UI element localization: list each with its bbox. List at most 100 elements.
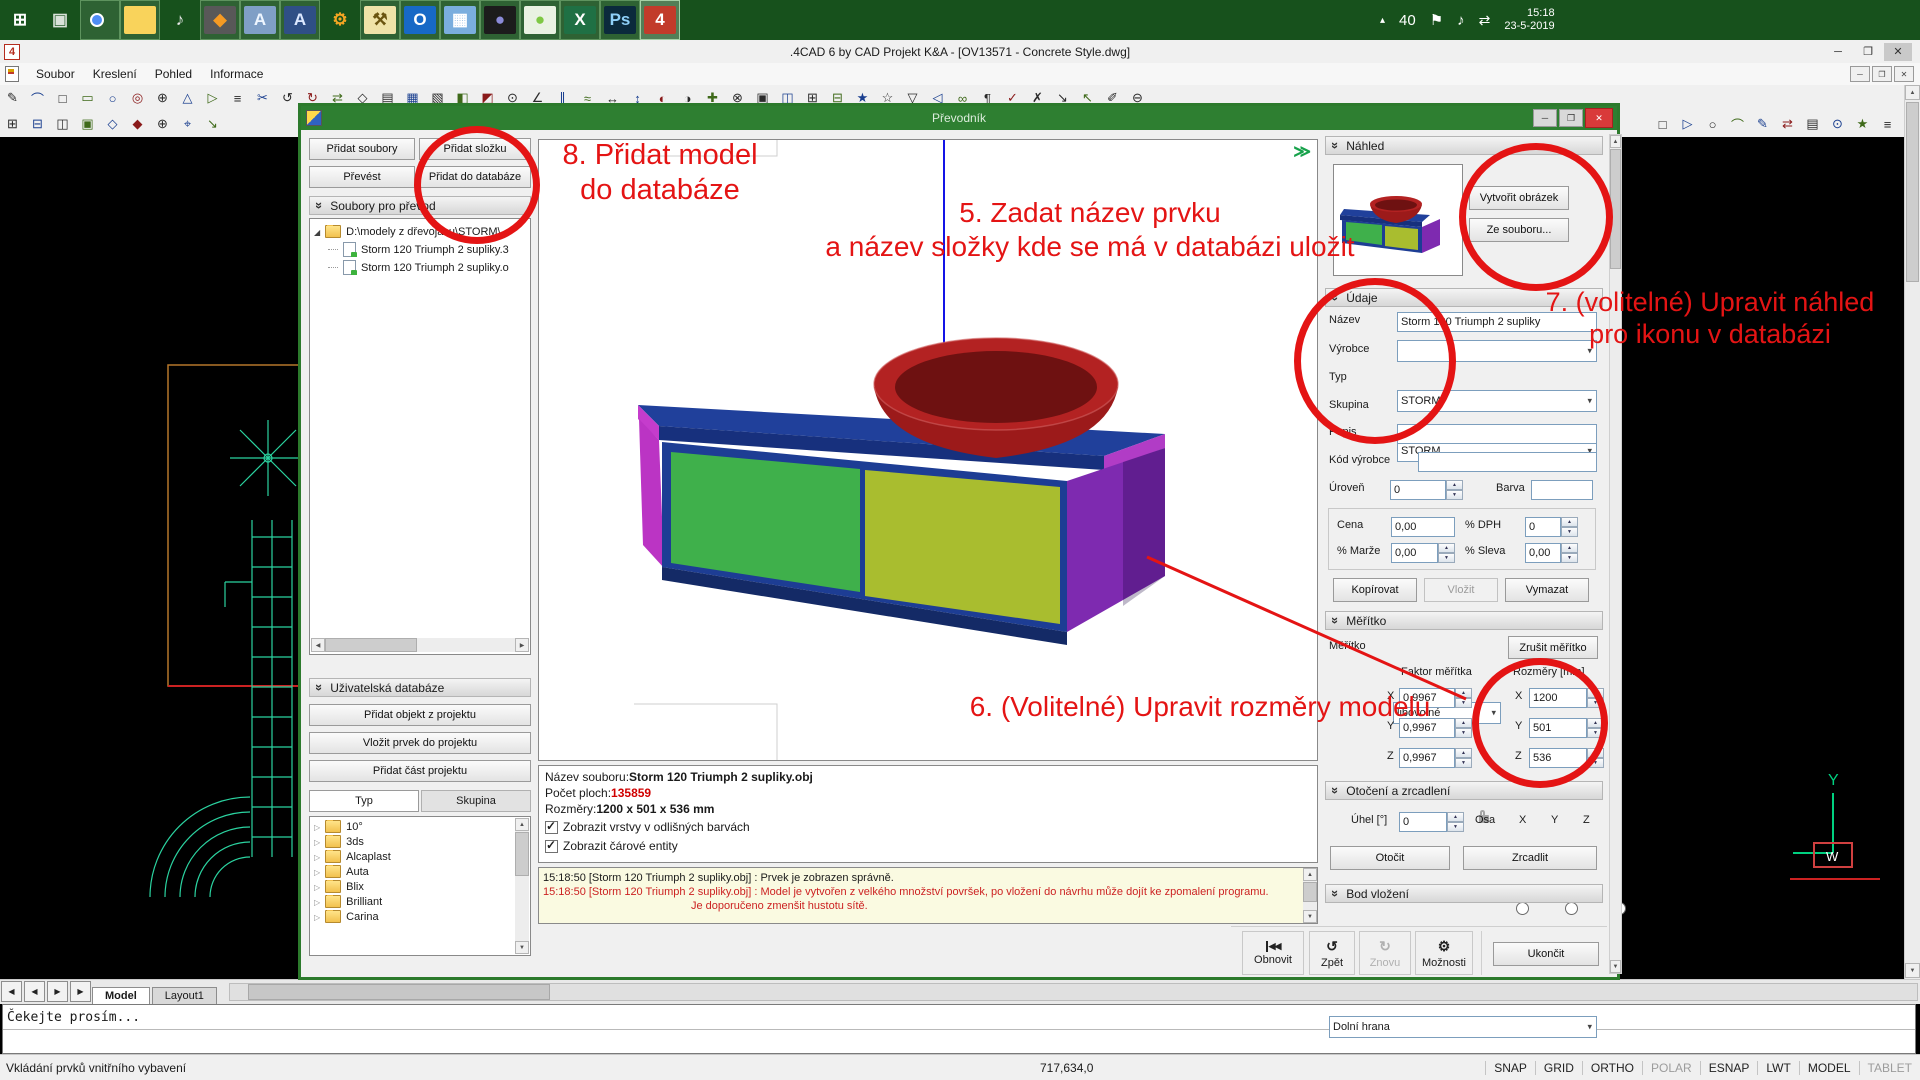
scale-section-header[interactable]: Měřítko bbox=[1325, 611, 1603, 630]
taskbar-app-icon[interactable]: O bbox=[400, 0, 440, 40]
toolbar-icon[interactable]: ○ bbox=[100, 86, 125, 110]
insert-point-section-header[interactable]: Bod vložení bbox=[1325, 884, 1603, 903]
toolbar-icon[interactable]: □ bbox=[1650, 112, 1675, 136]
taskbar-app-icon[interactable]: A bbox=[240, 0, 280, 40]
tab-skupina[interactable]: Skupina bbox=[421, 790, 531, 812]
taskbar-app-icon[interactable]: ⊞ bbox=[0, 0, 40, 40]
network-icon[interactable]: ⇄ bbox=[1479, 12, 1491, 29]
clear-button[interactable]: Vymazat bbox=[1505, 578, 1589, 602]
tree-file[interactable]: Storm 120 Triumph 2 supliky.o bbox=[361, 262, 509, 274]
database-folder-item[interactable]: 3ds bbox=[314, 835, 530, 848]
taskbar-app-icon[interactable]: ◆ bbox=[200, 0, 240, 40]
expand-icon[interactable] bbox=[314, 881, 320, 893]
toolbar-icon[interactable]: ⊟ bbox=[25, 112, 50, 136]
panel-vscrollbar[interactable] bbox=[1609, 134, 1622, 974]
tray-number[interactable]: 40 bbox=[1399, 12, 1416, 29]
taskbar-app-icon[interactable]: ▣ bbox=[40, 0, 80, 40]
undo-button[interactable]: ↺ Zpět bbox=[1309, 931, 1355, 975]
add-files-button[interactable]: Přidat soubory bbox=[309, 138, 415, 160]
minimize-button[interactable]: ─ bbox=[1824, 43, 1852, 61]
files-tree[interactable]: D:\modely z dřevojasu\STORM\ Storm 120 T… bbox=[309, 218, 531, 655]
color-input[interactable] bbox=[1531, 480, 1593, 500]
manufacturer-code-input[interactable] bbox=[1418, 452, 1597, 472]
description-input[interactable] bbox=[1397, 424, 1597, 444]
level-input[interactable]: 0 bbox=[1390, 480, 1446, 500]
taskbar-app-icon[interactable]: X bbox=[560, 0, 600, 40]
checkbox-checked-icon[interactable] bbox=[545, 821, 558, 834]
canvas-hscrollbar[interactable] bbox=[229, 983, 1918, 1001]
redo-button[interactable]: ↻ Znovu bbox=[1359, 931, 1411, 975]
toolbar-icon[interactable]: △ bbox=[175, 86, 200, 110]
tray-chevron-icon[interactable]: ▴ bbox=[1380, 15, 1385, 26]
toolbar-icon[interactable]: ✂ bbox=[250, 86, 275, 110]
tab-typ[interactable]: Typ bbox=[309, 790, 419, 812]
database-folder-item[interactable]: Blix bbox=[314, 880, 530, 893]
dialog-restore-button[interactable]: ❐ bbox=[1559, 109, 1583, 127]
tab-nav-prev[interactable]: ◀ bbox=[24, 981, 45, 1002]
tab-nav-next[interactable]: ▶ bbox=[47, 981, 68, 1002]
add-project-part-button[interactable]: Přidat část projektu bbox=[309, 760, 531, 782]
toolbar-icon[interactable]: ↺ bbox=[275, 86, 300, 110]
scroll-down-arrow[interactable] bbox=[1610, 960, 1621, 973]
toolbar-icon[interactable]: ◎ bbox=[125, 86, 150, 110]
tree-hscrollbar[interactable] bbox=[311, 638, 529, 652]
toolbar-icon[interactable]: ⌖ bbox=[175, 112, 200, 136]
scroll-thumb[interactable] bbox=[1303, 882, 1317, 902]
tree-file[interactable]: Storm 120 Triumph 2 supliky.3 bbox=[361, 244, 509, 256]
dialog-close-button[interactable]: ✕ bbox=[1585, 108, 1613, 128]
command-line-empty[interactable] bbox=[3, 1030, 1915, 1054]
options-button[interactable]: ⚙ Možnosti bbox=[1415, 931, 1473, 975]
flag-icon[interactable]: ⚑ bbox=[1430, 11, 1443, 29]
price-input[interactable]: 0,00 bbox=[1391, 517, 1455, 537]
database-folder-item[interactable]: 10° bbox=[314, 820, 530, 833]
line-entities-checkbox-row[interactable]: Zobrazit čárové entity bbox=[545, 839, 1317, 853]
toolbar-icon[interactable]: ⊙ bbox=[1825, 112, 1850, 136]
checkbox-checked-icon[interactable] bbox=[545, 840, 558, 853]
close-button[interactable]: ✕ bbox=[1884, 43, 1912, 61]
factor-z-spinner[interactable] bbox=[1455, 748, 1472, 768]
level-spinner[interactable] bbox=[1446, 480, 1463, 500]
mdi-close-button[interactable]: ✕ bbox=[1894, 66, 1914, 82]
clock[interactable]: 15:18 23-5-2019 bbox=[1504, 7, 1554, 33]
angle-input[interactable]: 0 bbox=[1399, 812, 1447, 832]
toolbar-icon[interactable]: ⌒ bbox=[1725, 112, 1750, 136]
menu-item[interactable]: Kreslení bbox=[84, 65, 146, 83]
reset-scale-button[interactable]: Zrušit měřítko bbox=[1508, 636, 1598, 659]
discount-spinner[interactable] bbox=[1561, 543, 1578, 563]
status-toggle[interactable]: TABLET bbox=[1859, 1061, 1920, 1075]
toolbar-icon[interactable]: ◆ bbox=[125, 112, 150, 136]
toolbar-icon[interactable]: ▷ bbox=[200, 86, 225, 110]
mirror-button[interactable]: Zrcadlit bbox=[1463, 846, 1597, 870]
toolbar-icon[interactable]: ⊕ bbox=[150, 86, 175, 110]
command-area[interactable]: Čekejte prosím... bbox=[2, 1004, 1916, 1054]
toolbar-icon[interactable]: ≡ bbox=[225, 86, 250, 110]
scroll-left-arrow[interactable] bbox=[311, 638, 325, 652]
collapse-panel-chevron-icon[interactable] bbox=[1293, 142, 1311, 162]
add-object-from-project-button[interactable]: Přidat objekt z projektu bbox=[309, 704, 531, 726]
expand-icon[interactable] bbox=[314, 866, 320, 878]
taskbar-app-icon[interactable] bbox=[80, 0, 120, 40]
axis-x-radio[interactable] bbox=[1516, 902, 1529, 915]
status-toggle[interactable]: LWT bbox=[1757, 1061, 1798, 1075]
taskbar-app-icon[interactable]: 4 bbox=[640, 0, 680, 40]
toolbar-icon[interactable]: ⊕ bbox=[150, 112, 175, 136]
toolbar-icon[interactable]: ⌒ bbox=[25, 86, 50, 110]
scroll-up-arrow[interactable] bbox=[1303, 868, 1317, 881]
scroll-thumb[interactable] bbox=[248, 984, 550, 1000]
dialog-minimize-button[interactable]: ─ bbox=[1533, 109, 1557, 127]
status-toggle[interactable]: MODEL bbox=[1799, 1061, 1859, 1075]
taskbar-app-icon[interactable]: ● bbox=[480, 0, 520, 40]
quit-button[interactable]: Ukončit bbox=[1493, 942, 1599, 966]
toolbar-icon[interactable]: ▣ bbox=[75, 112, 100, 136]
database-folder-item[interactable]: Alcaplast bbox=[314, 850, 530, 863]
scroll-thumb[interactable] bbox=[515, 832, 529, 876]
database-folder-item[interactable]: Auta bbox=[314, 865, 530, 878]
mdi-minimize-button[interactable]: ─ bbox=[1850, 66, 1870, 82]
taskbar-app-icon[interactable]: ♪ bbox=[160, 0, 200, 40]
taskbar-app-icon[interactable] bbox=[120, 0, 160, 40]
taskbar-app-icon[interactable]: Ps bbox=[600, 0, 640, 40]
taskbar-app-icon[interactable]: ● bbox=[520, 0, 560, 40]
scroll-right-arrow[interactable] bbox=[515, 638, 529, 652]
status-toggle[interactable]: ESNAP bbox=[1700, 1061, 1758, 1075]
tab-nav-first[interactable]: ◀ bbox=[1, 981, 22, 1002]
